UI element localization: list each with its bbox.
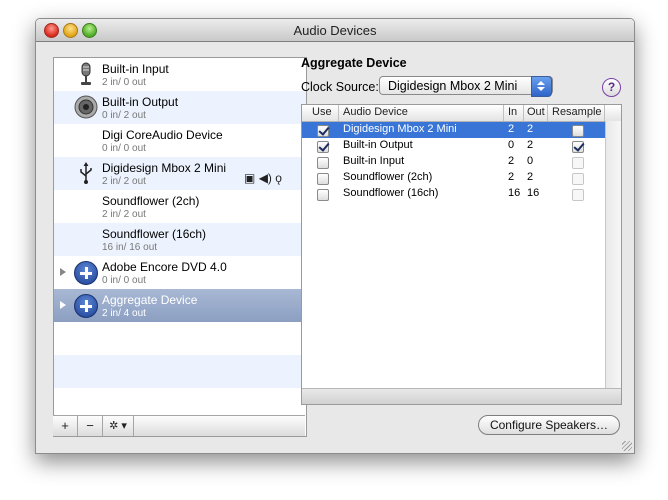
resample-checkbox[interactable] xyxy=(572,125,584,137)
device-name: Built-in Input xyxy=(102,62,169,76)
clock-source-popup[interactable]: Digidesign Mbox 2 Mini xyxy=(379,76,553,97)
device-row-adobe-encore[interactable]: Adobe Encore DVD 4.0 0 in/ 0 out xyxy=(54,256,306,289)
audio-device-cell: Soundflower (2ch) xyxy=(343,171,433,183)
device-row-soundflower-16ch[interactable]: Soundflower (16ch) 16 in/ 16 out xyxy=(54,223,306,256)
popup-arrows-icon xyxy=(531,76,552,97)
device-name: Built-in Output xyxy=(102,95,179,109)
device-name: Digidesign Mbox 2 Mini xyxy=(102,161,227,175)
device-name: Soundflower (16ch) xyxy=(102,227,207,241)
microphone-small-icon: ǫ xyxy=(275,171,282,185)
remove-device-button[interactable]: − xyxy=(78,416,103,436)
device-row-aggregate-device[interactable]: Aggregate Device 2 in/ 4 out xyxy=(54,289,306,322)
out-cell: 16 xyxy=(527,187,540,199)
resize-grip-icon[interactable] xyxy=(622,441,632,451)
device-name: Adobe Encore DVD 4.0 xyxy=(102,260,227,274)
use-checkbox[interactable] xyxy=(317,189,329,201)
column-resample[interactable]: Resample xyxy=(552,106,602,118)
aggregate-icon xyxy=(74,261,98,285)
in-cell: 0 xyxy=(508,139,515,151)
window-title: Audio Devices xyxy=(293,23,377,38)
empty-row xyxy=(54,355,306,388)
table-row[interactable]: Digidesign Mbox 2 Mini 2 2 xyxy=(302,122,621,138)
table-row[interactable]: Built-in Input 2 0 xyxy=(302,154,621,170)
in-cell: 2 xyxy=(508,155,515,167)
audio-device-cell: Soundflower (16ch) xyxy=(343,187,439,199)
speaker-icon xyxy=(74,95,98,119)
system-output-icon: ▣ xyxy=(244,171,256,185)
table-row[interactable]: Built-in Output 0 2 xyxy=(302,138,621,154)
use-checkbox[interactable] xyxy=(317,157,329,169)
configure-speakers-button[interactable]: Configure Speakers… xyxy=(478,415,620,435)
out-cell: 2 xyxy=(527,139,534,151)
out-cell: 0 xyxy=(527,155,534,167)
aggregate-device-heading: Aggregate Device xyxy=(301,56,407,70)
in-cell: 2 xyxy=(508,171,515,183)
add-device-button[interactable]: + xyxy=(53,416,78,436)
device-name: Aggregate Device xyxy=(102,293,198,307)
vertical-scrollbar[interactable] xyxy=(605,121,621,389)
device-row-digi-coreaudio[interactable]: Digi CoreAudio Device 0 in/ 0 out xyxy=(54,124,306,157)
resample-checkbox xyxy=(572,157,584,169)
device-row-mbox-2-mini[interactable]: Digidesign Mbox 2 Mini 2 in/ 2 out ▣ ◀) … xyxy=(54,157,306,190)
column-out[interactable]: Out xyxy=(527,106,545,118)
device-row-soundflower-2ch[interactable]: Soundflower (2ch) 2 in/ 2 out xyxy=(54,190,306,223)
table-row[interactable]: Soundflower (16ch) 16 16 xyxy=(302,186,621,202)
audio-device-cell: Built-in Input xyxy=(343,155,405,167)
clock-source-label: Clock Source: xyxy=(301,80,379,94)
use-checkbox[interactable] xyxy=(317,141,329,153)
in-cell: 2 xyxy=(508,123,515,135)
horizontal-scrollbar[interactable] xyxy=(302,388,621,404)
use-checkbox[interactable] xyxy=(317,173,329,185)
device-channels: 0 in/ 2 out xyxy=(102,110,146,121)
resample-checkbox[interactable] xyxy=(572,141,584,153)
aggregate-icon xyxy=(74,294,98,318)
column-use[interactable]: Use xyxy=(312,106,332,118)
device-channels: 2 in/ 2 out xyxy=(102,209,146,220)
disclosure-triangle-icon[interactable] xyxy=(60,301,66,309)
action-menu-button[interactable]: ✲ ▾ xyxy=(103,416,134,436)
table-row[interactable]: Soundflower (2ch) 2 2 xyxy=(302,170,621,186)
device-name: Soundflower (2ch) xyxy=(102,194,200,208)
device-channels: 2 in/ 4 out xyxy=(102,308,146,319)
out-cell: 2 xyxy=(527,171,534,183)
column-in[interactable]: In xyxy=(508,106,517,118)
device-channels: 2 in/ 0 out xyxy=(102,77,146,88)
out-cell: 2 xyxy=(527,123,534,135)
audio-device-cell: Built-in Output xyxy=(343,139,413,151)
usb-icon xyxy=(80,162,92,184)
microphone-icon xyxy=(81,62,91,85)
resample-checkbox xyxy=(572,173,584,185)
aggregate-device-table: Use Audio Device In Out Resample Digides… xyxy=(301,104,622,405)
speaker-volume-icon: ◀) xyxy=(258,171,272,185)
device-name: Digi CoreAudio Device xyxy=(102,128,223,142)
in-cell: 16 xyxy=(508,187,521,199)
use-checkbox[interactable] xyxy=(317,125,329,137)
device-list[interactable]: Built-in Input 2 in/ 0 out Built-in Outp… xyxy=(53,57,307,437)
default-device-indicators: ▣ ◀) ǫ xyxy=(244,171,282,185)
device-row-built-in-output[interactable]: Built-in Output 0 in/ 2 out xyxy=(54,91,306,124)
device-list-toolbar: + − ✲ ▾ xyxy=(53,415,305,436)
audio-device-cell: Digidesign Mbox 2 Mini xyxy=(343,123,457,135)
device-channels: 0 in/ 0 out xyxy=(102,275,146,286)
device-channels: 0 in/ 0 out xyxy=(102,143,146,154)
device-channels: 16 in/ 16 out xyxy=(102,242,158,253)
audio-devices-window: Audio Devices Built-in Input 2 in/ 0 out… xyxy=(35,18,635,454)
device-channels: 2 in/ 2 out xyxy=(102,176,146,187)
resample-checkbox xyxy=(572,189,584,201)
help-button[interactable]: ? xyxy=(602,78,621,97)
disclosure-triangle-icon[interactable] xyxy=(60,268,66,276)
column-audio-device[interactable]: Audio Device xyxy=(343,106,408,118)
table-header: Use Audio Device In Out Resample xyxy=(302,105,621,122)
device-row-built-in-input[interactable]: Built-in Input 2 in/ 0 out xyxy=(54,58,306,91)
clock-source-value: Digidesign Mbox 2 Mini xyxy=(388,79,518,93)
title-bar[interactable]: Audio Devices xyxy=(36,19,634,42)
